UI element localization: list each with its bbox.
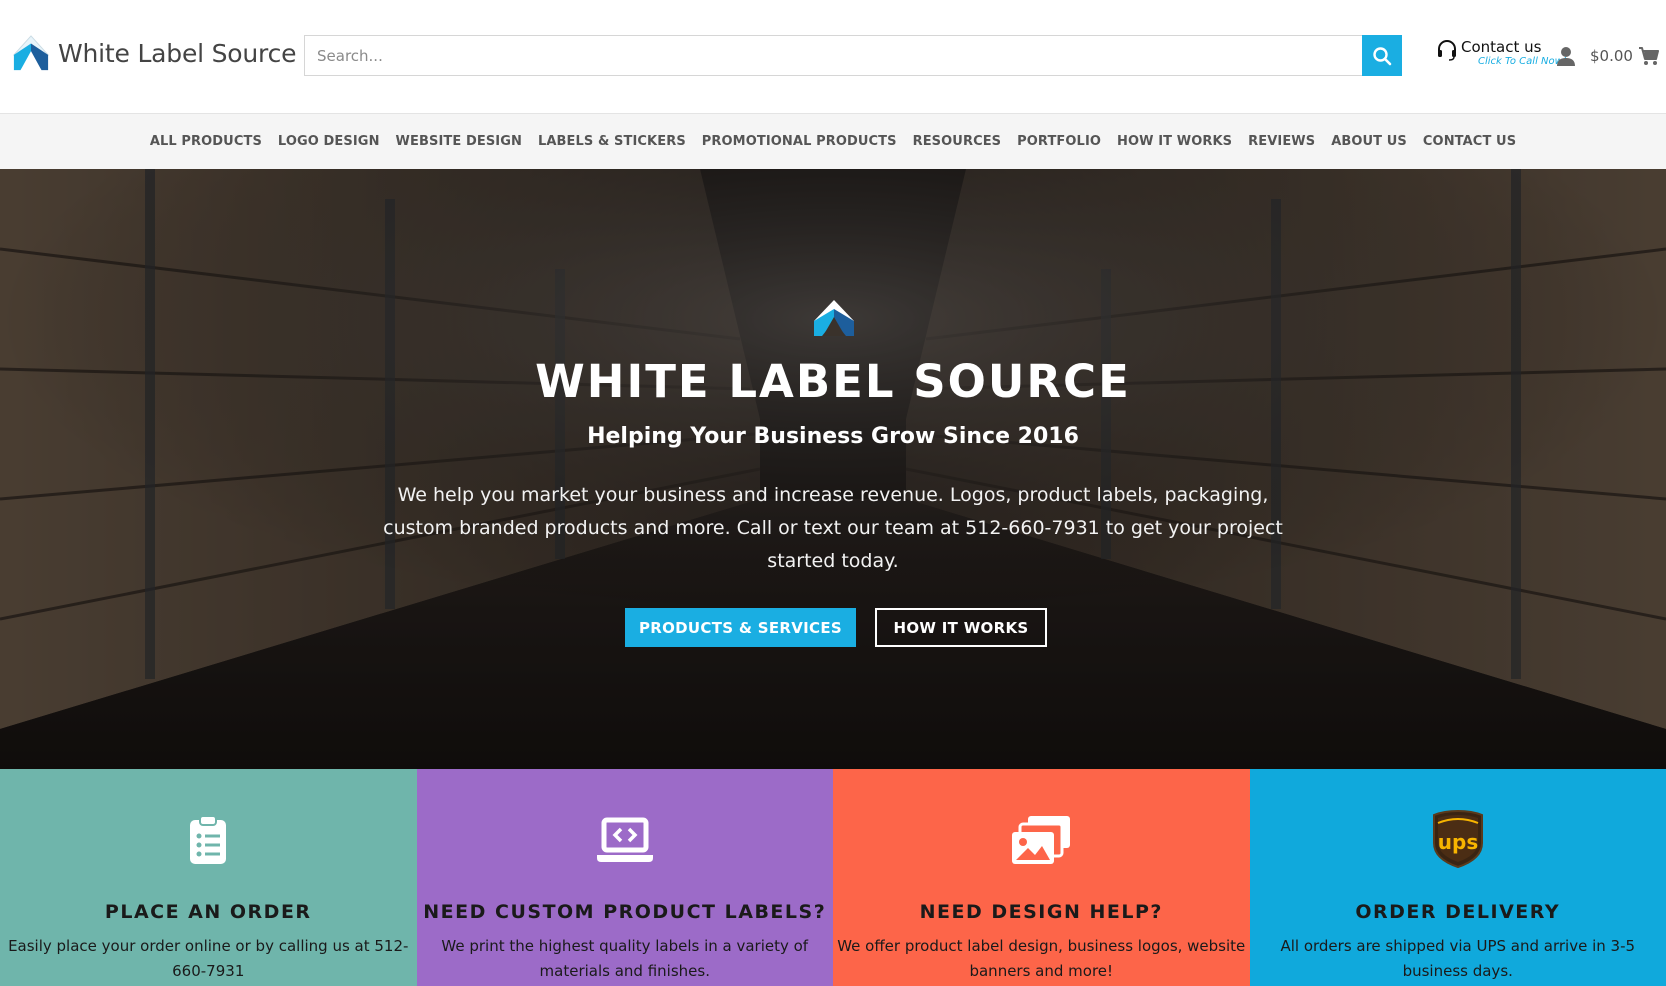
user-icon (1557, 47, 1575, 66)
feature-text: We offer product label design, business … (837, 937, 1246, 980)
search-button[interactable] (1362, 35, 1402, 76)
warehouse-background-image (0, 169, 1666, 769)
feature-order-delivery: ups ORDER DELIVERY All orders are shippe… (1249, 769, 1666, 986)
nav-item-logo-design[interactable]: LOGO DESIGN (278, 134, 380, 149)
cart-button[interactable]: $0.00 (1590, 45, 1660, 67)
images-icon (1012, 816, 1071, 864)
search-icon (1373, 46, 1392, 65)
logo-mark-icon (12, 35, 50, 71)
feature-boxes: PLACE AN ORDER Easily place your order o… (0, 769, 1666, 986)
nav-item-portfolio[interactable]: PORTFOLIO (1017, 134, 1101, 149)
account-button[interactable] (1556, 45, 1576, 67)
hero-title: WHITE LABEL SOURCE (535, 355, 1131, 408)
ups-shield-icon: ups (1432, 809, 1483, 869)
feature-title: PLACE AN ORDER (104, 901, 312, 923)
feature-text: We print the highest quality labels in a… (441, 937, 809, 980)
clipboard-list-icon (190, 815, 227, 864)
hero-logo-mark-icon (814, 300, 854, 336)
main-nav: ALL PRODUCTS LOGO DESIGN WEBSITE DESIGN … (0, 113, 1666, 169)
laptop-code-icon (596, 817, 653, 862)
site-header: White Label Source Contact us Click To C… (0, 0, 1666, 112)
feature-text: All orders are shipped via UPS and arriv… (1280, 937, 1636, 980)
headset-icon (1438, 40, 1456, 61)
feature-title: ORDER DELIVERY (1355, 901, 1561, 923)
hero-subtitle: Helping Your Business Grow Since 2016 (587, 424, 1079, 449)
hero-description: We help you market your business and inc… (383, 484, 1283, 572)
logo-text: White Label Source (58, 38, 297, 68)
nav-item-promotional-products[interactable]: PROMOTIONAL PRODUCTS (702, 134, 897, 149)
nav-item-website-design[interactable]: WEBSITE DESIGN (396, 134, 522, 149)
nav-item-about-us[interactable]: ABOUT US (1331, 134, 1407, 149)
search-input[interactable] (304, 35, 1362, 76)
feature-custom-labels: NEED CUSTOM PRODUCT LABELS? We print the… (416, 769, 833, 986)
cart-total: $0.00 (1590, 47, 1633, 65)
nav-item-reviews[interactable]: REVIEWS (1248, 134, 1315, 149)
nav-item-all-products[interactable]: ALL PRODUCTS (150, 134, 262, 149)
feature-title: NEED CUSTOM PRODUCT LABELS? (423, 901, 827, 923)
contact-title: Contact us (1461, 38, 1542, 56)
site-logo[interactable]: White Label Source (12, 34, 296, 72)
nav-item-how-it-works[interactable]: HOW IT WORKS (1117, 134, 1232, 149)
hero-banner: WHITE LABEL SOURCE Helping Your Business… (0, 169, 1666, 769)
contact-subtitle: Click To Call Now! (1478, 56, 1567, 67)
nav-item-resources[interactable]: RESOURCES (913, 134, 1002, 149)
search-bar (304, 35, 1402, 76)
feature-place-order: PLACE AN ORDER Easily place your order o… (0, 769, 417, 986)
feature-design-help: NEED DESIGN HELP? We offer product label… (833, 769, 1250, 986)
products-services-button[interactable]: PRODUCTS & SERVICES (625, 608, 856, 647)
cart-icon (1638, 47, 1659, 65)
svg-text:ups: ups (1438, 830, 1478, 854)
feature-text: Easily place your order online or by cal… (8, 937, 409, 980)
nav-item-contact-us[interactable]: CONTACT US (1423, 134, 1516, 149)
nav-item-labels-stickers[interactable]: LABELS & STICKERS (538, 134, 686, 149)
how-it-works-button[interactable]: HOW IT WORKS (875, 608, 1047, 647)
contact-us-link[interactable]: Contact us Click To Call Now! (1436, 38, 1567, 68)
feature-title: NEED DESIGN HELP? (919, 901, 1163, 923)
